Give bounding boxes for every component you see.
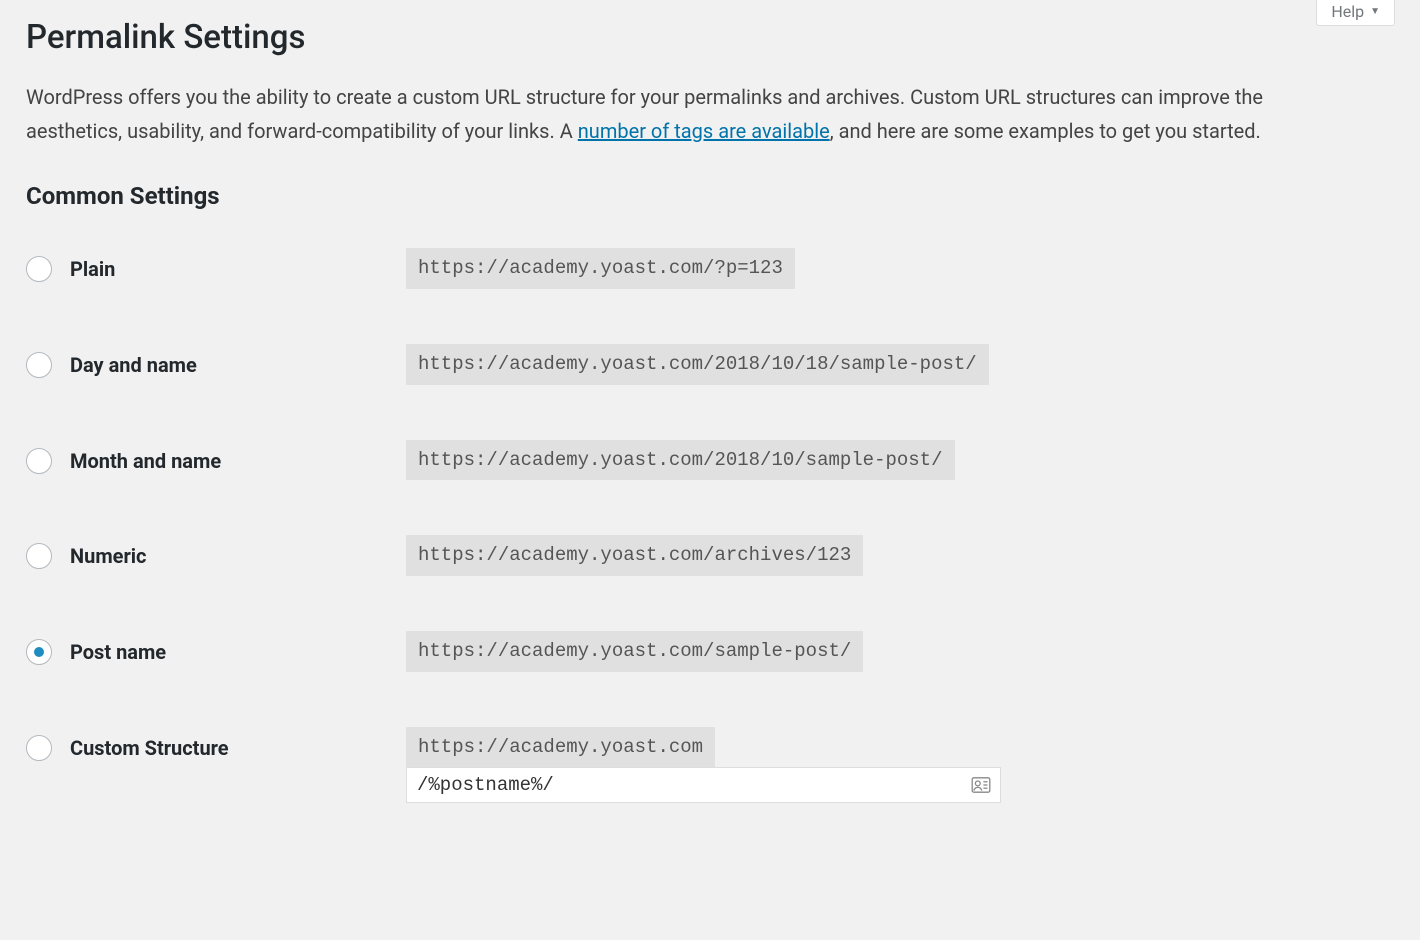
option-label-plain[interactable]: Plain <box>26 256 406 282</box>
option-text-custom: Custom Structure <box>70 736 229 760</box>
option-label-day-and-name[interactable]: Day and name <box>26 352 406 378</box>
page-wrap: Permalink Settings WordPress offers you … <box>0 0 1420 853</box>
radio-plain[interactable] <box>26 256 52 282</box>
help-tab[interactable]: Help ▼ <box>1316 0 1395 26</box>
permalink-options-table: Plain https://academy.yoast.com/?p=123 D… <box>26 248 1394 813</box>
option-text-day-and-name: Day and name <box>70 353 197 377</box>
example-plain: https://academy.yoast.com/?p=123 <box>406 248 795 289</box>
custom-structure-input[interactable] <box>406 767 1001 803</box>
radio-custom[interactable] <box>26 735 52 761</box>
option-label-custom[interactable]: Custom Structure <box>26 735 406 761</box>
option-row-numeric: Numeric https://academy.yoast.com/archiv… <box>26 535 1394 631</box>
option-row-post-name: Post name https://academy.yoast.com/samp… <box>26 631 1394 727</box>
custom-base-url: https://academy.yoast.com <box>406 727 715 768</box>
tags-available-link[interactable]: number of tags are available <box>578 119 830 143</box>
page-intro: WordPress offers you the ability to crea… <box>26 81 1356 148</box>
radio-post-name[interactable] <box>26 639 52 665</box>
example-day-and-name: https://academy.yoast.com/2018/10/18/sam… <box>406 344 989 385</box>
page-title: Permalink Settings <box>26 18 1394 57</box>
intro-text-after: , and here are some examples to get you … <box>830 119 1261 143</box>
option-text-post-name: Post name <box>70 640 166 664</box>
option-row-month-and-name: Month and name https://academy.yoast.com… <box>26 440 1394 536</box>
radio-numeric[interactable] <box>26 543 52 569</box>
option-row-plain: Plain https://academy.yoast.com/?p=123 <box>26 248 1394 344</box>
option-label-month-and-name[interactable]: Month and name <box>26 448 406 474</box>
option-label-numeric[interactable]: Numeric <box>26 543 406 569</box>
option-text-numeric: Numeric <box>70 544 146 568</box>
option-text-plain: Plain <box>70 257 115 281</box>
contact-card-icon <box>971 777 991 793</box>
radio-month-and-name[interactable] <box>26 448 52 474</box>
radio-day-and-name[interactable] <box>26 352 52 378</box>
section-title: Common Settings <box>26 182 1394 210</box>
option-label-post-name[interactable]: Post name <box>26 639 406 665</box>
example-month-and-name: https://academy.yoast.com/2018/10/sample… <box>406 440 955 481</box>
option-row-day-and-name: Day and name https://academy.yoast.com/2… <box>26 344 1394 440</box>
example-numeric: https://academy.yoast.com/archives/123 <box>406 535 863 576</box>
option-text-month-and-name: Month and name <box>70 449 221 473</box>
example-post-name: https://academy.yoast.com/sample-post/ <box>406 631 863 672</box>
chevron-down-icon: ▼ <box>1370 6 1380 17</box>
help-label: Help <box>1331 2 1364 21</box>
option-row-custom: Custom Structure https://academy.yoast.c… <box>26 727 1394 814</box>
